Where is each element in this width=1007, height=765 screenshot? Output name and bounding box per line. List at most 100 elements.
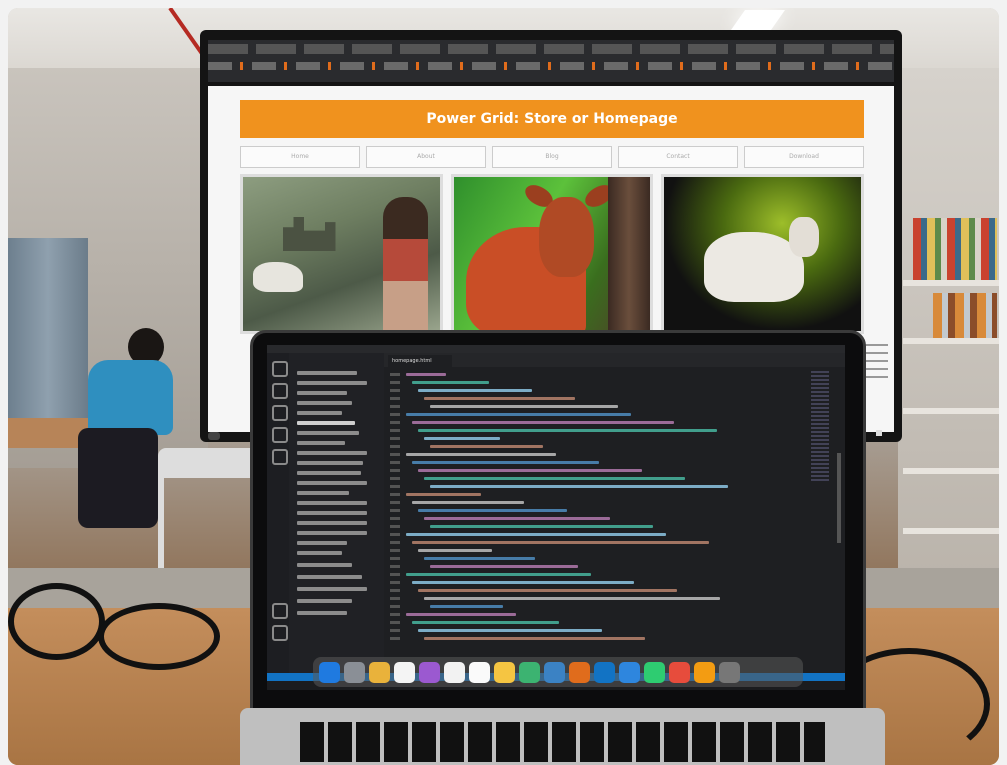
code-line (430, 445, 543, 448)
numbers-icon (519, 661, 540, 683)
card-castle-painting (240, 174, 443, 334)
vscode-icon (594, 661, 615, 683)
account-icon (272, 603, 288, 619)
extensions-icon (272, 449, 288, 465)
vscode-editor: homepage.html (384, 353, 845, 673)
explorer-item (297, 575, 362, 579)
line-number (390, 581, 400, 584)
code-line (430, 485, 728, 488)
deer-head (538, 197, 594, 277)
code-line (430, 525, 653, 528)
nav-item-home: Home (240, 146, 360, 168)
laptop-screen: homepage.html (267, 345, 845, 690)
line-number (390, 445, 400, 448)
line-number (390, 413, 400, 416)
scrollbar (837, 453, 841, 543)
code-line (418, 549, 492, 552)
explorer-item (297, 431, 359, 435)
line-number (390, 469, 400, 472)
line-number (390, 549, 400, 552)
code-line (424, 557, 535, 560)
safari-icon (619, 661, 640, 683)
monitor-logo (876, 430, 882, 436)
laptop: homepage.html (250, 330, 866, 716)
nav-item-blog: Blog (492, 146, 612, 168)
trash-icon (719, 661, 740, 683)
mac-dock (313, 657, 803, 687)
code-line (412, 461, 599, 464)
line-number (390, 637, 400, 640)
line-number (390, 397, 400, 400)
keys (300, 722, 825, 762)
explorer-item-selected (297, 421, 355, 425)
line-number (390, 589, 400, 592)
explorer-item (297, 521, 367, 525)
person-body (88, 360, 173, 435)
reminders-icon (469, 661, 490, 683)
goat-head (789, 217, 820, 257)
code-line (418, 589, 677, 592)
code-line (412, 421, 674, 424)
bookmarks-bar (208, 62, 894, 70)
line-number (390, 461, 400, 464)
page-banner: Power Grid: Store or Homepage (240, 100, 864, 138)
code-line (412, 621, 559, 624)
books (933, 293, 997, 338)
explorer-item (297, 411, 342, 415)
books (913, 218, 997, 280)
search-icon (272, 383, 288, 399)
code-line (406, 493, 481, 496)
image-cards (240, 174, 865, 334)
explorer-item (297, 541, 347, 545)
browser-tabs (208, 44, 894, 54)
explorer-item (297, 471, 361, 475)
curtain (8, 238, 88, 418)
explorer-item (297, 481, 367, 485)
code-line (412, 541, 709, 544)
code-line (424, 477, 685, 480)
pages-icon (569, 661, 590, 683)
explorer-item (297, 551, 342, 555)
card-deer (450, 174, 654, 334)
notes-icon (494, 661, 515, 683)
white-horse (253, 262, 303, 292)
line-number (390, 453, 400, 456)
shelf (903, 468, 999, 474)
explorer-item (297, 461, 363, 465)
tree-trunk (608, 177, 651, 331)
code-line (418, 429, 717, 432)
line-number (390, 541, 400, 544)
line-number (390, 613, 400, 616)
code-line (412, 381, 489, 384)
code-line (418, 469, 642, 472)
line-number (390, 565, 400, 568)
explorer-item (297, 491, 349, 495)
code-line (406, 453, 556, 456)
explorer-item (297, 587, 367, 591)
line-number (390, 557, 400, 560)
laptop-keyboard (240, 708, 885, 765)
code-line (406, 573, 591, 576)
browser-toolbar (208, 40, 894, 82)
explorer-item (297, 391, 347, 395)
photos-icon (369, 661, 390, 683)
vscode-activity-bar (267, 353, 289, 673)
person-legs (78, 428, 158, 528)
netease-music-icon (669, 661, 690, 683)
line-number (390, 485, 400, 488)
editor-tab: homepage.html (388, 355, 452, 367)
line-number (390, 373, 400, 376)
gear-icon (272, 625, 288, 641)
explorer-item (297, 501, 367, 505)
code-line (424, 597, 720, 600)
code-line (406, 613, 516, 616)
editor-tab-bar: homepage.html (384, 353, 845, 367)
code-line (418, 389, 532, 392)
code-line (406, 373, 446, 376)
app-icon (694, 661, 715, 683)
right-wall (898, 68, 999, 628)
code-line (418, 509, 567, 512)
line-number (390, 597, 400, 600)
line-number (390, 605, 400, 608)
monitor-button (208, 432, 220, 440)
